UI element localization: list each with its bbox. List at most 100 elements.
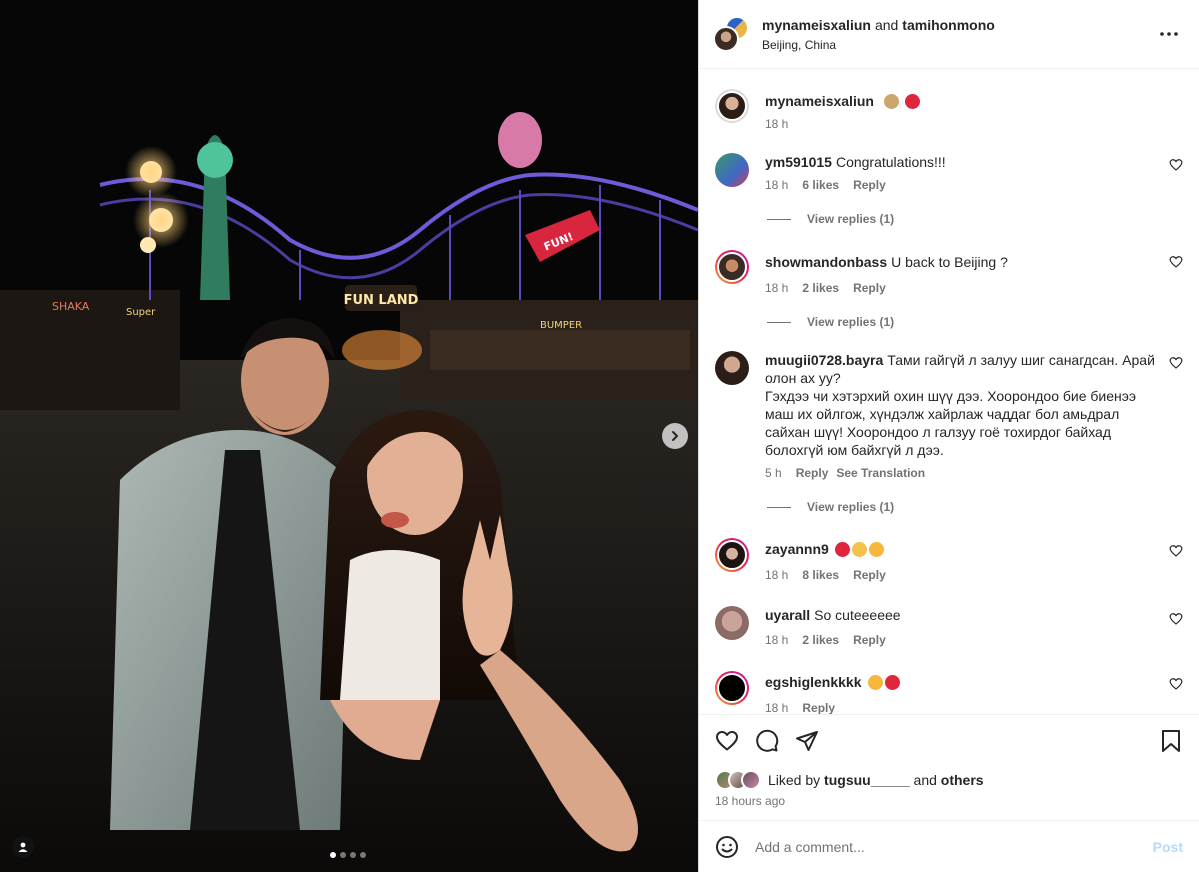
like-comment-heart-icon[interactable] [1169, 255, 1183, 269]
location-link[interactable]: Beijing, China [762, 38, 995, 52]
avatar[interactable] [715, 351, 749, 385]
avatar[interactable] [713, 26, 739, 52]
next-photo-button[interactable] [662, 423, 688, 449]
chevron-right-icon [672, 431, 678, 441]
view-replies-button[interactable]: View replies (1) [767, 315, 1183, 329]
comment-username[interactable]: muugii0728.bayra [765, 352, 883, 368]
coauthor-username[interactable]: tamihonmono [902, 17, 995, 33]
comment-time[interactable]: 18 h [765, 117, 788, 131]
post-modal: FUN LAND FUN! SHAKA Super BUMPER mynamei… [0, 0, 1199, 872]
author-username[interactable]: mynameisxaliun [762, 17, 871, 33]
like-comment-heart-icon[interactable] [1169, 677, 1183, 691]
likes-summary[interactable]: Liked by tugsuu_____ and others [715, 770, 984, 790]
comment-meta: 18 h 2 likes Reply [765, 633, 1155, 647]
comment-time[interactable]: 18 h [765, 701, 788, 714]
comment-time[interactable]: 18 h [765, 281, 788, 295]
more-horizontal-icon [1160, 32, 1178, 36]
avatar[interactable] [715, 250, 749, 284]
author-line: mynameisxaliun and tamihonmono [762, 17, 995, 33]
svg-text:SHAKA: SHAKA [52, 300, 90, 313]
liked-by-prefix: Liked by [768, 772, 821, 788]
avatar[interactable] [715, 606, 749, 640]
carousel-dot [330, 852, 336, 858]
caption-text: mynameisxaliun [765, 92, 1155, 110]
reply-button[interactable]: Reply [853, 568, 886, 582]
avatar[interactable] [715, 538, 749, 572]
post-comment-button[interactable]: Post [1153, 839, 1183, 855]
reply-button[interactable]: Reply [853, 281, 886, 295]
avatar [741, 770, 761, 790]
caption-body: mynameisxaliun 18 h [765, 89, 1183, 131]
star-eyes-emoji-icon [868, 542, 884, 557]
comment-time[interactable]: 18 h [765, 568, 788, 582]
share-paper-plane-icon[interactable] [795, 729, 819, 753]
action-bar [715, 729, 819, 753]
red-heart-emoji-icon [884, 675, 900, 690]
view-replies-button[interactable]: View replies (1) [767, 500, 1183, 514]
view-replies-button[interactable]: View replies (1) [767, 212, 1183, 226]
comment-time[interactable]: 18 h [765, 633, 788, 647]
comment-bubble-icon[interactable] [755, 729, 779, 753]
comments-list[interactable]: mynameisxaliun 18 h ym591015 Congratulati… [699, 69, 1199, 714]
reply-button[interactable]: Reply [796, 466, 829, 480]
comment-body: ym591015 Congratulations!!! 18 h 6 likes … [765, 153, 1183, 192]
like-comment-heart-icon[interactable] [1169, 356, 1183, 370]
like-comment-heart-icon[interactable] [1169, 544, 1183, 558]
like-comment-heart-icon[interactable] [1169, 158, 1183, 172]
comment: muugii0728.bayra Тами гайгүй л залуу шиг … [715, 329, 1183, 480]
comment-text: showmandonbass U back to Beijing ? [765, 253, 1155, 271]
comment: uyarall So cuteeeeee 18 h 2 likes Reply [715, 582, 1183, 647]
comment-username[interactable]: zayannn9 [765, 541, 829, 557]
comment-likes[interactable]: 2 likes [802, 281, 839, 295]
comment-time[interactable]: 18 h [765, 178, 788, 192]
like-comment-heart-icon[interactable] [1169, 612, 1183, 626]
avatar[interactable] [715, 671, 749, 705]
comment-meta: 18 h 8 likes Reply [765, 568, 1155, 582]
tagged-users-button[interactable] [12, 836, 34, 858]
post-actions: Liked by tugsuu_____ and others 18 hours… [699, 714, 1199, 820]
avatar[interactable] [715, 153, 749, 187]
liked-by-others[interactable]: others [941, 772, 984, 788]
reply-button[interactable]: Reply [853, 178, 886, 192]
carousel-dot [340, 852, 346, 858]
like-heart-icon[interactable] [715, 729, 739, 753]
comment-meta: 18 h [765, 117, 1155, 131]
post-header: mynameisxaliun and tamihonmono Beijing, Ch… [699, 0, 1199, 69]
view-replies-label: View replies (1) [807, 500, 895, 514]
collab-avatars[interactable] [713, 16, 749, 52]
comment-text: uyarall So cuteeeeee [765, 606, 1155, 624]
comment-username[interactable]: mynameisxaliun [765, 93, 874, 109]
comment-content: So cuteeeeee [814, 607, 901, 623]
comment-likes[interactable]: 8 likes [802, 568, 839, 582]
avatar[interactable] [715, 89, 749, 123]
liked-by-text: Liked by tugsuu_____ and others [768, 772, 984, 788]
comment-username[interactable]: ym591015 [765, 154, 832, 170]
add-comment-bar: Post [699, 820, 1199, 872]
comment-username[interactable]: egshiglenkkkk [765, 674, 862, 690]
carousel-dot [350, 852, 356, 858]
comment-meta: 18 h 2 likes Reply [765, 281, 1155, 295]
view-replies-label: View replies (1) [807, 212, 895, 226]
and-label: and [874, 16, 899, 33]
comment-likes[interactable]: 6 likes [802, 178, 839, 192]
svg-text:Super: Super [126, 307, 156, 318]
clapping-hands-emoji-icon [851, 542, 867, 557]
carousel-indicator [330, 852, 366, 858]
post-header-text: mynameisxaliun and tamihonmono Beijing, Ch… [762, 17, 995, 52]
liked-by-username[interactable]: tugsuu_____ [824, 772, 910, 788]
see-translation-button[interactable]: See Translation [836, 466, 925, 480]
red-heart-emoji-icon [834, 542, 850, 557]
post-timestamp[interactable]: 18 hours ago [715, 794, 785, 808]
comment-time[interactable]: 5 h [765, 466, 782, 480]
emoji-smile-icon[interactable] [715, 835, 739, 859]
reply-button[interactable]: Reply [853, 633, 886, 647]
svg-text:BUMPER: BUMPER [540, 320, 582, 331]
comment-likes[interactable]: 2 likes [802, 633, 839, 647]
comment-username[interactable]: showmandonbass [765, 254, 887, 270]
more-options-button[interactable] [1159, 24, 1179, 44]
comment-username[interactable]: uyarall [765, 607, 810, 623]
comment-text-continued: Гэхдээ чи хэтэрхий охин шүү дээ. Хооронд… [765, 388, 1137, 458]
comment-input[interactable] [755, 838, 1153, 855]
bookmark-icon[interactable] [1159, 729, 1183, 753]
reply-button[interactable]: Reply [802, 701, 835, 714]
